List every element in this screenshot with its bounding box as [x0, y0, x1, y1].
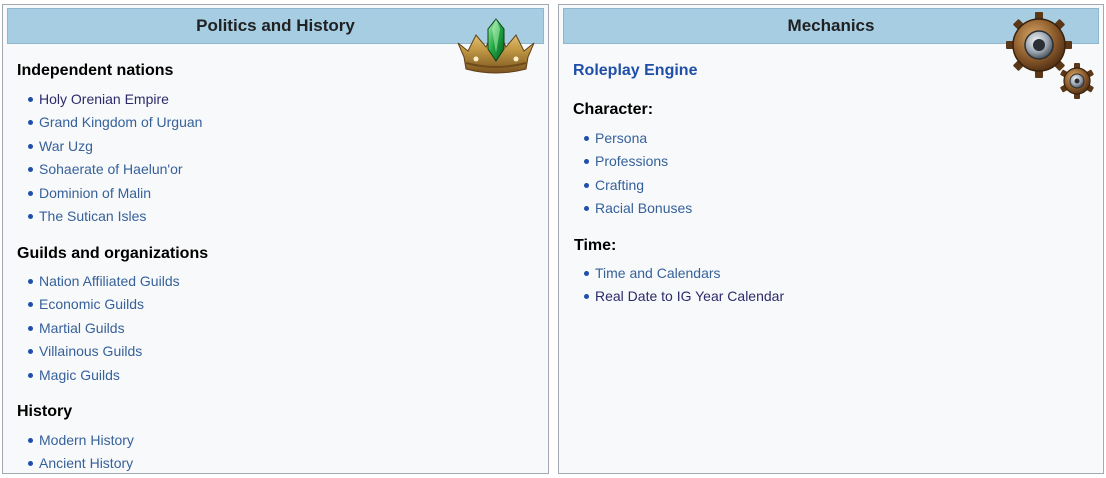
list-item[interactable]: Holy Orenian Empire: [26, 89, 202, 112]
guilds-list: Nation Affiliated Guilds Economic Guilds…: [26, 271, 180, 388]
section-heading-time: Time:: [574, 237, 617, 254]
list-item[interactable]: Time and Calendars: [582, 263, 784, 286]
link-professions[interactable]: Professions: [595, 153, 668, 169]
crown-icon: [457, 18, 535, 74]
list-item[interactable]: Racial Bonuses: [582, 198, 692, 221]
link-economic-guilds[interactable]: Economic Guilds: [39, 296, 144, 312]
list-item[interactable]: War Uzg: [26, 136, 202, 159]
link-grand-kingdom-of-urguan[interactable]: Grand Kingdom of Urguan: [39, 114, 202, 130]
link-real-date-to-ig-year-calendar[interactable]: Real Date to IG Year Calendar: [595, 288, 784, 304]
list-item[interactable]: Ancient History: [26, 453, 134, 473]
link-racial-bonuses[interactable]: Racial Bonuses: [595, 200, 692, 216]
link-the-sutican-isles[interactable]: The Sutican Isles: [39, 208, 146, 224]
link-persona[interactable]: Persona: [595, 130, 647, 146]
section-heading-guilds: Guilds and organizations: [17, 245, 209, 262]
link-villainous-guilds[interactable]: Villainous Guilds: [39, 343, 142, 359]
list-item[interactable]: Magic Guilds: [26, 365, 180, 388]
history-list: Modern History Ancient History: [26, 430, 134, 473]
independent-nations-list: Holy Orenian Empire Grand Kingdom of Urg…: [26, 89, 202, 229]
politics-history-panel: Politics and History Independent nations…: [2, 4, 549, 474]
list-item[interactable]: Professions: [582, 151, 692, 174]
link-martial-guilds[interactable]: Martial Guilds: [39, 320, 125, 336]
link-ancient-history[interactable]: Ancient History: [39, 455, 133, 471]
link-modern-history[interactable]: Modern History: [39, 432, 134, 448]
link-nation-affiliated-guilds[interactable]: Nation Affiliated Guilds: [39, 273, 180, 289]
link-magic-guilds[interactable]: Magic Guilds: [39, 367, 120, 383]
time-list: Time and Calendars Real Date to IG Year …: [582, 263, 784, 310]
list-item[interactable]: Sohaerate of Haelun'or: [26, 159, 202, 182]
section-heading-history: History: [17, 403, 73, 420]
link-crafting[interactable]: Crafting: [595, 177, 644, 193]
list-item[interactable]: Persona: [582, 128, 692, 151]
list-item[interactable]: Real Date to IG Year Calendar: [582, 286, 784, 309]
list-item[interactable]: Economic Guilds: [26, 294, 180, 317]
list-item[interactable]: Villainous Guilds: [26, 341, 180, 364]
link-time-and-calendars[interactable]: Time and Calendars: [595, 265, 721, 281]
list-item[interactable]: Dominion of Malin: [26, 183, 202, 206]
link-holy-orenian-empire[interactable]: Holy Orenian Empire: [39, 91, 169, 107]
list-item[interactable]: The Sutican Isles: [26, 206, 202, 229]
link-sohaerate-of-haelunor[interactable]: Sohaerate of Haelun'or: [39, 161, 183, 177]
section-heading-independent-nations: Independent nations: [17, 62, 174, 79]
list-item[interactable]: Nation Affiliated Guilds: [26, 271, 180, 294]
gears-icon: [1006, 12, 1094, 99]
mechanics-panel: Mechanics Roleplay Engine Character: Per…: [558, 4, 1104, 474]
link-war-uzg[interactable]: War Uzg: [39, 138, 93, 154]
list-item[interactable]: Crafting: [582, 175, 692, 198]
section-heading-character: Character:: [573, 101, 654, 118]
list-item[interactable]: Modern History: [26, 430, 134, 453]
roleplay-engine-link[interactable]: Roleplay Engine: [573, 62, 697, 80]
link-dominion-of-malin[interactable]: Dominion of Malin: [39, 185, 151, 201]
character-list: Persona Professions Crafting Racial Bonu…: [582, 128, 692, 222]
list-item[interactable]: Grand Kingdom of Urguan: [26, 112, 202, 135]
list-item[interactable]: Martial Guilds: [26, 318, 180, 341]
